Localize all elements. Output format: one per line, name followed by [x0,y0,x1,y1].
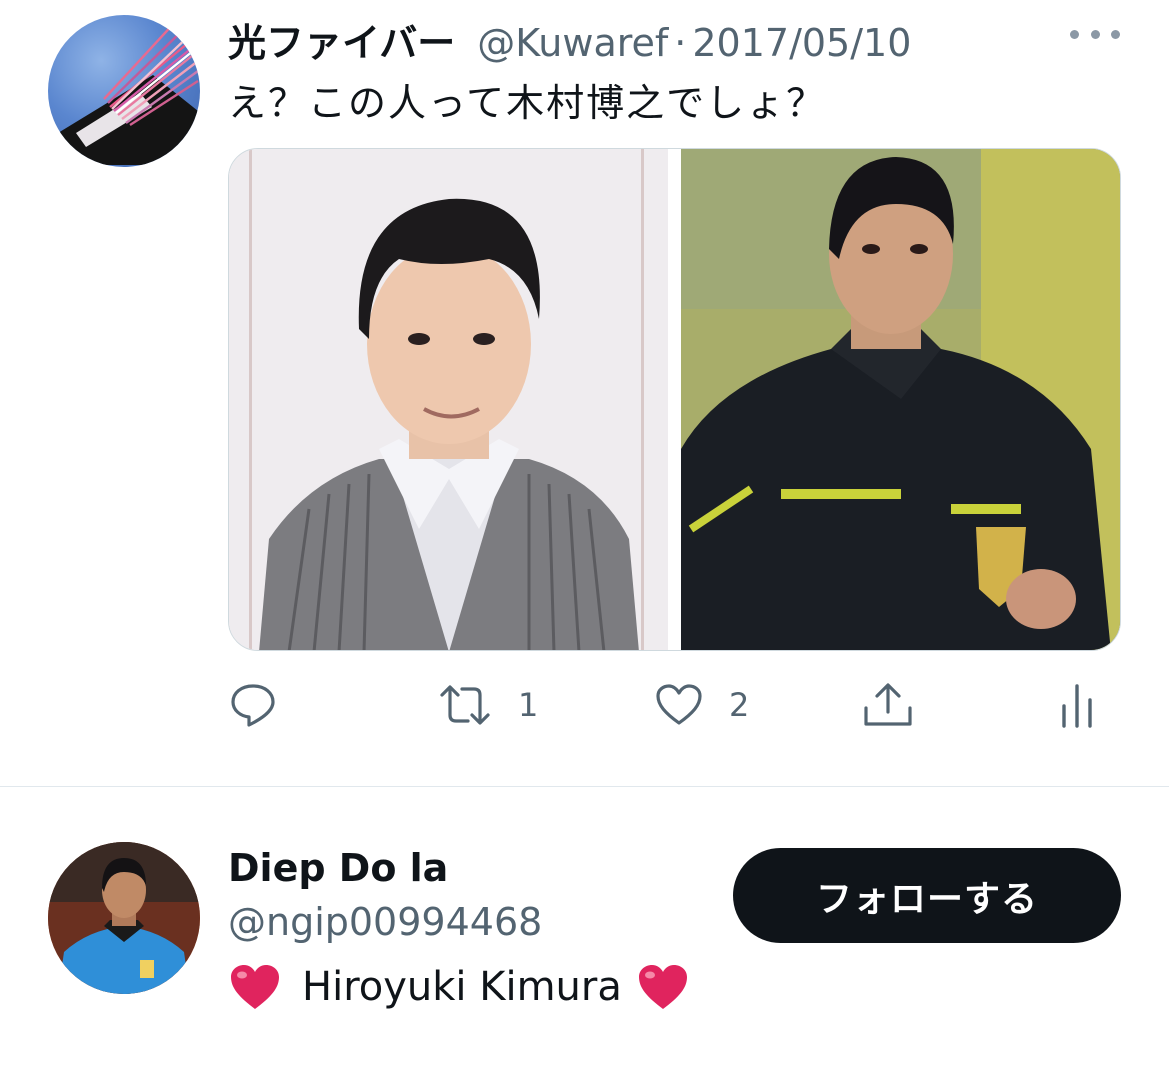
retweet-button[interactable]: 1 [438,680,538,730]
tweet-media [228,148,1121,651]
author-handle[interactable]: @Kuwaref [477,21,668,65]
more-dot-icon [1111,29,1120,39]
author-handle-date: @Kuwaref · 2017/05/10 [477,21,911,65]
user-handle[interactable]: @ngip00994468 [228,900,542,944]
tweet-header: 光ファイバー @Kuwaref · 2017/05/10 [228,12,911,65]
heart-icon [656,684,702,725]
share-button[interactable] [862,680,914,730]
more-dot-icon [1090,29,1100,39]
author-display-name[interactable]: 光ファイバー [228,12,455,67]
analytics-button[interactable] [1058,680,1098,730]
referee-in-black-kit-photo [681,149,1120,650]
red-heart-icon [231,965,279,1009]
user-bio-text: Hiroyuki Kimura [302,964,622,1010]
more-options-button[interactable] [1070,24,1120,44]
retweet-count: 1 [518,686,539,724]
follow-button[interactable]: フォローする [733,848,1121,943]
tweet-screen: 光ファイバー @Kuwaref · 2017/05/10 え？この人って木村博之でし… [0,0,1169,1074]
share-icon [864,683,912,726]
media-photo-right[interactable] [681,149,1120,650]
media-photo-left[interactable] [229,149,668,650]
analytics-icon [1062,684,1092,728]
man-in-grey-striped-suit-photo [229,149,668,650]
user-bio: Hiroyuki Kimura [228,962,690,1012]
like-button[interactable]: 2 [655,680,749,730]
red-heart-icon [638,965,687,1009]
fiber-optic-cable-image [58,20,199,165]
reply-button[interactable] [229,680,303,730]
tweet-date[interactable]: 2017/05/10 [692,21,911,65]
reply-icon [231,684,275,727]
tweet-text: え？この人って木村博之でしょ？ [228,81,827,125]
author-avatar[interactable] [48,15,200,167]
section-divider [0,786,1169,787]
like-count: 2 [729,686,750,724]
separator-dot: · [674,21,687,65]
retweet-icon [440,685,490,725]
user-display-name[interactable]: Diep Do la [228,846,448,890]
user-avatar[interactable] [48,842,200,994]
referee-in-blue-kit-photo [48,842,200,994]
more-dot-icon [1070,29,1079,39]
